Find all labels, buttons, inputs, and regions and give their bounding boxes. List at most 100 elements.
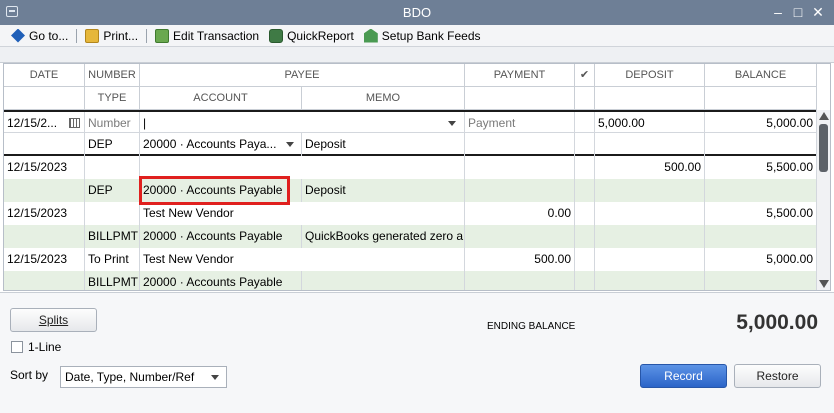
- edit-transaction-button[interactable]: Edit Transaction: [150, 26, 264, 46]
- toolbar-separator: [76, 28, 78, 43]
- col-account[interactable]: ACCOUNT: [140, 87, 302, 110]
- entry-blank: [575, 133, 595, 156]
- table-row-detail[interactable]: BILLPMT 20000 · Accounts Payable: [4, 271, 817, 290]
- col-date[interactable]: DATE: [4, 64, 85, 87]
- txn-blank: [4, 271, 85, 290]
- txn-account: 20000 · Accounts Payable: [140, 225, 302, 248]
- toolbar: Go to... Print... Edit Transaction Quick…: [0, 25, 834, 47]
- table-row[interactable]: 12/15/2023 Test New Vendor 0.00 5,500.00: [4, 202, 817, 225]
- sort-by-select[interactable]: Date, Type, Number/Ref: [60, 366, 227, 388]
- col-balance[interactable]: BALANCE: [705, 64, 817, 87]
- quickreport-button[interactable]: QuickReport: [264, 26, 359, 46]
- col-payee[interactable]: PAYEE: [140, 64, 465, 87]
- txn-number: [85, 156, 140, 179]
- entry-number-field[interactable]: Number: [85, 112, 140, 135]
- entry-account-field[interactable]: 20000 · Accounts Paya...: [140, 133, 302, 156]
- txn-deposit: [595, 202, 705, 225]
- record-button[interactable]: Record: [640, 364, 727, 388]
- txn-blank: [465, 179, 575, 202]
- txn-date: 12/15/2023: [4, 202, 85, 225]
- txn-account: 20000 · Accounts Payable: [140, 271, 302, 290]
- txn-balance: 5,500.00: [705, 202, 817, 225]
- toolbar-separator: [146, 28, 148, 43]
- txn-blank: [705, 271, 817, 290]
- register-grid: DATE NUMBER PAYEE PAYMENT ✔ DEPOSIT BALA…: [3, 63, 831, 291]
- col-cleared[interactable]: ✔: [575, 64, 595, 87]
- col-blank: [4, 87, 85, 110]
- txn-memo: QuickBooks generated zero a: [302, 225, 465, 248]
- vertical-scrollbar[interactable]: [816, 110, 830, 290]
- entry-payee-field[interactable]: |: [140, 112, 465, 135]
- txn-blank: [705, 225, 817, 248]
- entry-type: DEP: [85, 133, 140, 156]
- txn-blank: [4, 179, 85, 202]
- minimize-button[interactable]: ‒: [770, 3, 786, 21]
- entry-blank: [4, 133, 85, 156]
- table-row[interactable]: 12/15/2023 To Print Test New Vendor 500.…: [4, 248, 817, 271]
- txn-type: BILLPMT: [85, 271, 140, 290]
- entry-blank: [465, 133, 575, 156]
- table-row-detail[interactable]: DEP 20000 · Accounts Payable Deposit: [4, 179, 817, 202]
- entry-date-field[interactable]: 12/15/2...: [4, 112, 85, 135]
- txn-memo: [302, 271, 465, 290]
- col-type[interactable]: TYPE: [85, 87, 140, 110]
- window-title: BDO: [402, 5, 432, 20]
- one-line-label: 1-Line: [28, 340, 62, 354]
- txn-payee: Test New Vendor: [140, 202, 465, 225]
- chevron-down-icon[interactable]: [448, 121, 456, 126]
- txn-blank: [705, 179, 817, 202]
- col-deposit[interactable]: DEPOSIT: [595, 64, 705, 87]
- maximize-button[interactable]: □: [790, 3, 806, 21]
- entry-row-line-2: DEP 20000 · Accounts Paya... Deposit: [4, 133, 817, 156]
- entry-row-line-1: 12/15/2... Number | Payment 5,000.00 5,0…: [4, 110, 817, 135]
- sort-by-label: Sort by: [10, 368, 49, 382]
- chevron-down-icon[interactable]: [285, 142, 294, 148]
- restore-button[interactable]: Restore: [734, 364, 821, 388]
- txn-deposit: [595, 248, 705, 271]
- printer-icon: [85, 28, 100, 43]
- table-row[interactable]: 12/15/2023 500.00 5,500.00: [4, 156, 817, 179]
- entry-cleared-field[interactable]: [575, 112, 595, 135]
- txn-type: BILLPMT: [85, 225, 140, 248]
- scroll-up-icon[interactable]: [819, 112, 829, 120]
- col-blank: [465, 87, 575, 110]
- calendar-icon[interactable]: [69, 118, 80, 128]
- entry-payment-field[interactable]: Payment: [465, 112, 575, 135]
- col-memo[interactable]: MEMO: [302, 87, 465, 110]
- txn-cleared: [575, 202, 595, 225]
- goto-button[interactable]: Go to...: [6, 26, 73, 46]
- col-payment[interactable]: PAYMENT: [465, 64, 575, 87]
- toolbar-spacer: [0, 47, 834, 63]
- entry-deposit-field[interactable]: 5,000.00: [595, 112, 705, 135]
- txn-date: 12/15/2023: [4, 248, 85, 271]
- col-number[interactable]: NUMBER: [85, 64, 140, 87]
- scroll-down-icon[interactable]: [819, 280, 829, 288]
- column-header-row-1: DATE NUMBER PAYEE PAYMENT ✔ DEPOSIT BALA…: [4, 64, 817, 87]
- txn-cleared: [575, 156, 595, 179]
- txn-blank: [595, 179, 705, 202]
- column-header-row-2: TYPE ACCOUNT MEMO: [4, 87, 817, 110]
- close-button[interactable]: ✕: [810, 3, 826, 21]
- txn-memo: Deposit: [302, 179, 465, 202]
- txn-blank: [465, 225, 575, 248]
- col-blank: [575, 87, 595, 110]
- txn-blank: [4, 225, 85, 248]
- txn-blank: [595, 271, 705, 290]
- col-blank: [705, 87, 817, 110]
- one-line-checkbox[interactable]: [11, 341, 23, 353]
- txn-deposit: 500.00: [595, 156, 705, 179]
- setup-bank-feeds-button[interactable]: Setup Bank Feeds: [359, 26, 486, 46]
- txn-payee: Test New Vendor: [140, 248, 465, 271]
- txn-balance: 5,000.00: [705, 248, 817, 271]
- txn-balance: 5,500.00: [705, 156, 817, 179]
- scroll-thumb[interactable]: [819, 124, 828, 172]
- chevron-down-icon: [211, 375, 219, 380]
- txn-cleared: [575, 248, 595, 271]
- splits-button[interactable]: Splits: [10, 308, 97, 332]
- table-row-detail[interactable]: BILLPMT 20000 · Accounts Payable QuickBo…: [4, 225, 817, 248]
- print-button[interactable]: Print...: [80, 26, 143, 46]
- register-footer: Splits 1-Line Sort by Date, Type, Number…: [0, 292, 834, 413]
- txn-number: [85, 202, 140, 225]
- txn-type: DEP: [85, 179, 140, 202]
- entry-memo-field[interactable]: Deposit: [302, 133, 465, 156]
